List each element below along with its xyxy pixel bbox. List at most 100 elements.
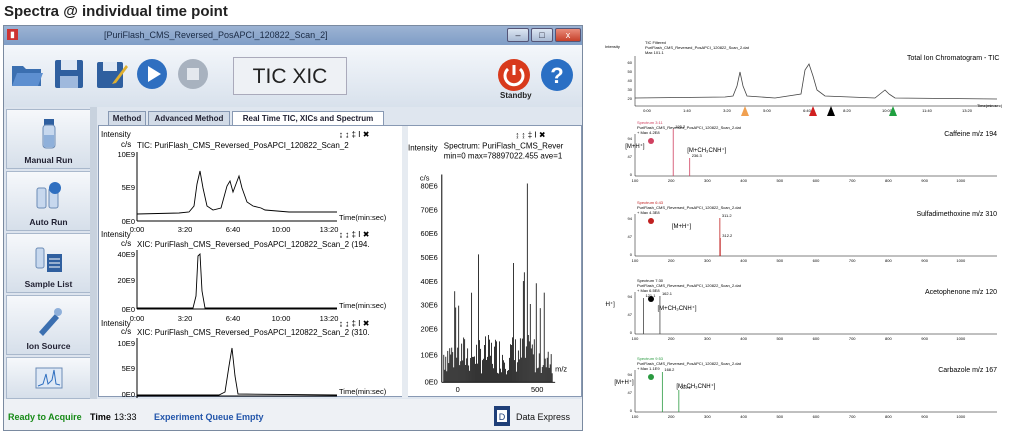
tic-xtick: 6:40: [226, 225, 241, 234]
ion-label: [M+CH₃CNH⁺]: [676, 383, 715, 390]
spectrum-fig-xtick: 700: [849, 414, 856, 419]
spectrum-ylabel: Intensity: [408, 144, 438, 153]
xic1-xtick: 13:20: [320, 314, 339, 323]
tic-fig-xtick: 11:40: [922, 108, 932, 113]
spectrum-ytick: 50E6: [420, 253, 437, 262]
spectrum-xtick: 0: [456, 385, 460, 394]
close-button[interactable]: x: [555, 28, 581, 42]
xic1-ytick: 40E9: [117, 250, 135, 259]
ion-label: [M+H⁺]: [625, 143, 645, 150]
spectrum-fig-xtick: 600: [813, 414, 820, 419]
spectrum-fig-xtick: 100: [632, 178, 639, 183]
spectrum-fig-xtick: 1000: [956, 336, 966, 341]
spectrum-ytick: 80E6: [420, 181, 437, 190]
xic2-trace: [137, 347, 338, 396]
xic1-trace: [137, 252, 337, 309]
save-icon[interactable]: [52, 57, 86, 91]
spectrum-fig-ytick: 0: [630, 252, 633, 257]
open-folder-icon[interactable]: [10, 57, 44, 91]
ion-label: [M+CH₃CNH⁺]: [657, 305, 696, 312]
spectrum-fig-xtick: 800: [885, 336, 892, 341]
xic1-ytick: 20E9: [117, 276, 135, 285]
spectrum-fig-xtick: 900: [921, 414, 928, 419]
status-bar: Ready to Acquire Time 13:33 Experiment Q…: [4, 399, 582, 430]
sidebar-item-auto-run[interactable]: Auto Run: [6, 171, 91, 231]
spectrum-fig-xtick: 1000: [956, 414, 966, 419]
sidebar-scrollbar[interactable]: [90, 107, 97, 399]
spectrum-fig-xtick: 500: [776, 336, 783, 341]
sidebar-item-label: Auto Run: [29, 217, 68, 227]
help-icon[interactable]: ?: [539, 57, 575, 93]
spectrum-fig-xtick: 300: [704, 414, 711, 419]
spectrum-fig-xtick: 300: [704, 258, 711, 263]
xic2-ytick: 0E0: [122, 390, 135, 398]
window-title: [PuriFlash_CMS_Reversed_PosAPCI_120822_S…: [104, 30, 328, 40]
xic1-unit: c/s: [121, 239, 131, 248]
queue-status: Experiment Queue Empty: [154, 412, 264, 422]
spectrum-fig-ytick: 0: [630, 330, 633, 335]
spectrum-fig-xtick: 100: [632, 336, 639, 341]
tic-fig-xlabel: Time(min:sec): [977, 103, 1003, 108]
tic-fig-ytick: 30: [628, 87, 633, 92]
data-express-button[interactable]: Data Express: [516, 412, 570, 422]
spectrum-figure-panel: Spectrum 6:43PuriFlash_CMS_Reversed_PosA…: [628, 200, 998, 263]
help-symbol: ?: [550, 63, 563, 88]
time-value: 13:33: [114, 412, 137, 422]
stop-icon[interactable]: [176, 57, 210, 91]
spectrum-figure-panel: Spectrum 3:11PuriFlash_CMS_Reversed_PosA…: [625, 120, 997, 183]
spectrum-fig-peak-label: 162.1: [662, 291, 673, 296]
spectrum-fig-xtick: 1000: [956, 178, 966, 183]
spectrum-fig-xtick: 200: [668, 414, 675, 419]
spectrum-fig-ytick: 47: [628, 234, 633, 239]
maximize-button[interactable]: □: [531, 28, 553, 42]
panel-splitter[interactable]: [402, 126, 408, 398]
spectrum-fig-xtick: 700: [849, 336, 856, 341]
spectrum-ytick: 30E6: [420, 301, 437, 310]
sidebar-item-ion-source[interactable]: Ion Source: [6, 295, 91, 355]
spectrum-fig-xtick: 300: [704, 336, 711, 341]
save-as-icon[interactable]: [94, 57, 128, 91]
chromatogram-plots: Intensity c/s TIC: PuriFlash_CMS_Reverse…: [101, 130, 387, 398]
spectrum-plot-tools[interactable]: ↨ ↨ ‡ Ⅰ ✖: [515, 131, 546, 140]
tab-method[interactable]: Method: [108, 111, 146, 125]
minimize-button[interactable]: –: [507, 28, 529, 42]
spectrum-fig-xtick: 1000: [956, 258, 966, 263]
sidebar-item-label: Manual Run: [24, 155, 73, 165]
spectrum-fig-xtick: 900: [921, 178, 928, 183]
sidebar: Manual Run Auto Run Sample List Ion Sour…: [4, 107, 97, 399]
tab-real-time[interactable]: Real Time TIC, XICs and Spectrum: [232, 111, 384, 125]
power-standby-icon[interactable]: [496, 57, 532, 93]
tic-plot-tools[interactable]: ↨ ↨ ‡ Ⅰ ✖: [339, 130, 370, 139]
spectrum-fig-title: Carbazole m/z 167: [938, 367, 997, 374]
tic-plot: Intensity c/s TIC: PuriFlash_CMS_Reverse…: [101, 130, 387, 234]
tic-fig-xtick: 13:20: [962, 108, 973, 113]
spectrum-fig-peak-label: 312.2: [722, 233, 733, 238]
spectrum-figure-panel: Spectrum 7:30PuriFlash_CMS_Reversed_PosA…: [605, 278, 997, 341]
spectrum-xlabel: m/z: [555, 364, 567, 373]
ion-label: [M+H⁺]: [614, 379, 634, 386]
xic2-ytick: 5E9: [122, 364, 135, 373]
tic-fig-header: Max 101.1: [645, 50, 664, 55]
run-play-icon[interactable]: [135, 57, 169, 91]
spectrum-stats: min=0 max=78897022.455 ave=1: [444, 152, 563, 161]
tic-xlabel: Time(min:sec): [339, 213, 387, 222]
spectrum-fig-xtick: 800: [885, 414, 892, 419]
xic2-unit: c/s: [121, 327, 131, 336]
sidebar-item-chart[interactable]: [6, 357, 91, 399]
xic1-plot-tools[interactable]: ↨ ↨ ‡ Ⅰ ✖: [339, 230, 370, 239]
tic-fig-ylabel: Intensity: [605, 44, 620, 49]
page-heading: Spectra @ individual time point: [4, 3, 228, 20]
tab-advanced-method[interactable]: Advanced Method: [148, 111, 230, 125]
spectrum-fig-xtick: 400: [740, 258, 747, 263]
spectrum-ytick: 40E6: [420, 277, 437, 286]
xic1-xlabel: Time(min:sec): [339, 301, 387, 310]
sidebar-item-manual-run[interactable]: Manual Run: [6, 109, 91, 169]
compound-marker-icon: [648, 374, 654, 380]
xic2-plot-tools[interactable]: ↨ ↨ ‡ Ⅰ ✖: [339, 319, 370, 328]
peak-marker-icon: [827, 106, 835, 116]
app-window: ▮ [PuriFlash_CMS_Reversed_PosAPCI_120822…: [3, 25, 583, 431]
data-express-icon[interactable]: D: [492, 405, 512, 427]
spectrum-fig-header: + Max 4.2E8: [637, 130, 660, 135]
ion-label: [M+H⁺]: [672, 223, 692, 230]
sidebar-item-sample-list[interactable]: Sample List: [6, 233, 91, 293]
